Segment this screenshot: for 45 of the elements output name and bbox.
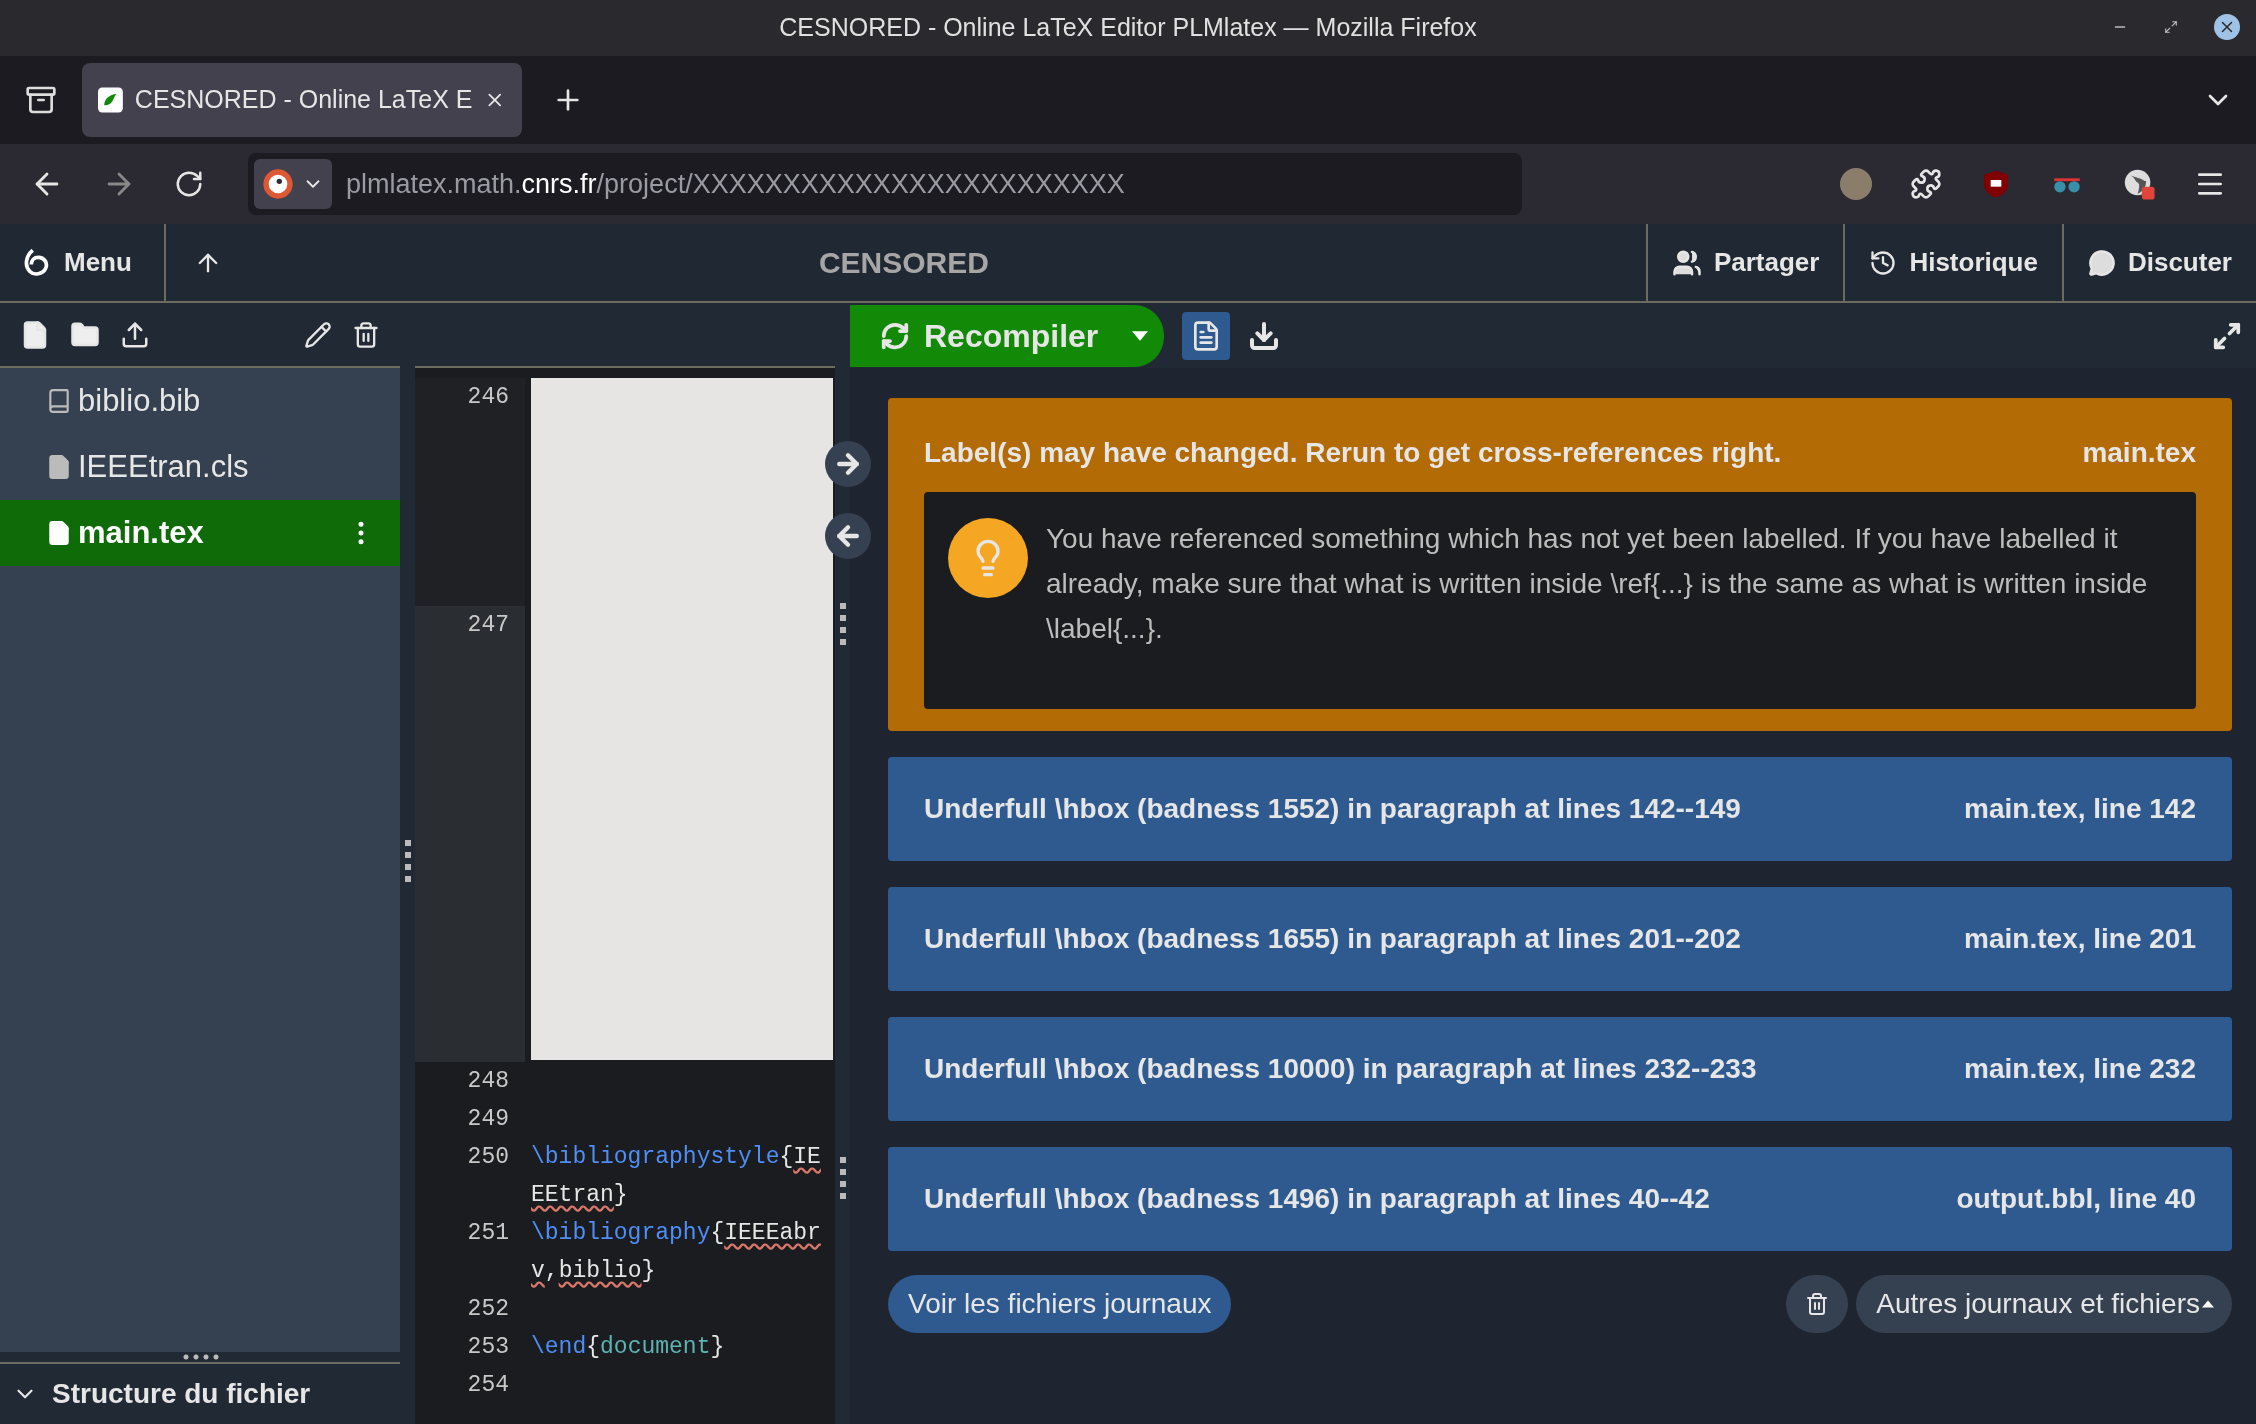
browser-tab[interactable]: CESNORED - Online LaTeX E	[82, 63, 522, 137]
file-item[interactable]: biblio.bib	[0, 368, 400, 434]
log-location: main.tex, line 142	[1964, 792, 2196, 826]
log-entry[interactable]: Underfull \hbox (badness 1655) in paragraph at lines 201--202 main.tex, line 201	[888, 887, 2232, 991]
address-bar[interactable]: plmlatex.math.cnrs.fr/project/XXXXXXXXXXXXXXXXXXXXXXXX	[248, 153, 1522, 215]
code-line: \bibliographystyle{IE	[531, 1143, 822, 1172]
recompile-button[interactable]: Recompiler	[850, 304, 1164, 367]
log-entry[interactable]: Underfull \hbox (badness 10000) in paragraph at lines 232--233 main.tex, line 232	[888, 1017, 2232, 1121]
url-text: plmlatex.math.cnrs.fr/project/XXXXXXXXXXXXXXXXXXXXXXXX	[346, 167, 1125, 201]
hint-text: You have referenced something which has not yet been labelled. If you have labelled it already, make sure that what is written inside \ref{...} is the same as what is written inside \label{...}.	[1046, 522, 2149, 646]
code-line: v,biblio}	[531, 1257, 657, 1286]
line-number: 251	[467, 1220, 509, 1246]
line-number: 254	[467, 1372, 509, 1398]
log-message: Underfull \hbox (badness 10000) in paragraph at lines 232--233	[924, 1052, 1757, 1086]
log-location: main.tex	[2082, 436, 2196, 470]
code-line: EEtran}	[531, 1181, 629, 1210]
log-location: main.tex, line 201	[1964, 922, 2196, 956]
log-message: Label(s) may have changed. Rerun to get cross-references right.	[924, 436, 1782, 470]
line-number: 250	[467, 1144, 509, 1170]
file-item[interactable]: IEEEtran.cls	[0, 434, 400, 500]
header-button[interactable]: Partager	[1645, 224, 1844, 301]
log-message: Underfull \hbox (badness 1552) in paragraph at lines 142--149	[924, 792, 1741, 826]
file-item[interactable]: main.tex	[0, 500, 400, 566]
log-entry[interactable]: Underfull \hbox (badness 1552) in paragraph at lines 142--149 main.tex, line 142	[888, 757, 2232, 861]
line-number: 248	[467, 1068, 509, 1094]
tab-title: CESNORED - Online LaTeX E	[134, 84, 473, 116]
line-number: 253	[467, 1334, 509, 1360]
view-logs-button[interactable]: Voir les fichiers journaux	[888, 1275, 1232, 1333]
line-number: 249	[467, 1106, 509, 1132]
project-title: CENSORED	[818, 245, 989, 281]
menu-button[interactable]: Menu	[0, 224, 166, 301]
log-location: main.tex, line 232	[1964, 1052, 2196, 1086]
code-line: \bibliography{IEEEabr	[531, 1219, 822, 1248]
line-number: 246	[467, 384, 509, 410]
line-number: 252	[467, 1296, 509, 1322]
log-message: Underfull \hbox (badness 1655) in paragraph at lines 201--202	[924, 922, 1741, 956]
code-line: \end{document}	[531, 1333, 726, 1362]
log-location: output.bbl, line 40	[1956, 1182, 2196, 1216]
header-button[interactable]: Historique	[1843, 224, 2062, 301]
line-number: 247	[467, 612, 509, 638]
window-title: CESNORED - Online LaTeX Editor PLMlatex — Mozilla Firefox	[779, 12, 1477, 44]
log-message: Underfull \hbox (badness 1496) in paragraph at lines 40--42	[924, 1182, 1710, 1216]
log-entry[interactable]: Underfull \hbox (badness 1496) in paragraph at lines 40--42 output.bbl, line 40	[888, 1147, 2232, 1251]
header-button[interactable]: Discuter	[2061, 224, 2256, 301]
other-logs-button[interactable]: Autres journaux et fichiers	[1856, 1275, 2232, 1333]
